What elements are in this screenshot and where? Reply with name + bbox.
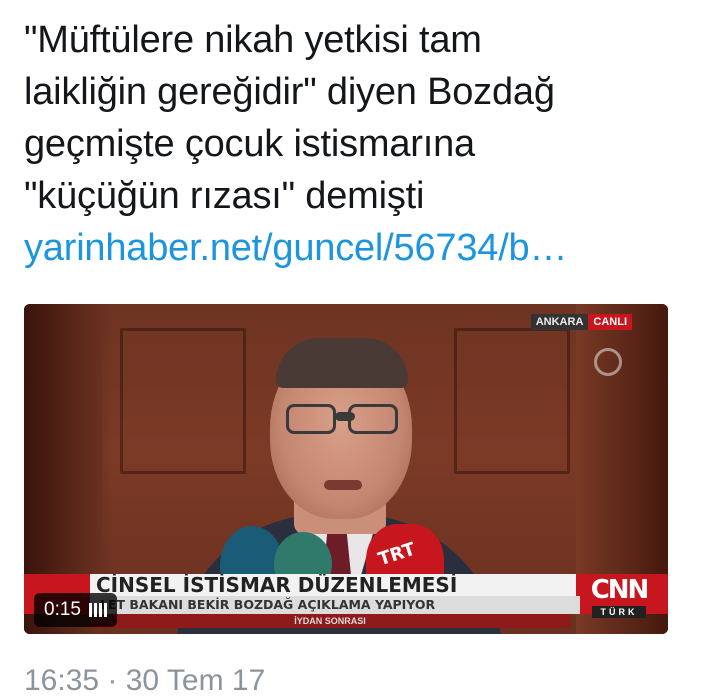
cnn-logo-sub: TÜRK [592, 606, 646, 618]
tweet-text-line-4: "küçüğün rızası" demişti [24, 175, 425, 217]
tweet-text-line-3: geçmişte çocuk istismarına [24, 123, 475, 165]
speaker-mouth [324, 480, 362, 490]
tweet-text-line-1: "Müftülere nikah yetkisi tam [24, 19, 482, 61]
tweet-link[interactable]: yarinhaber.net/guncel/56734/b… [24, 222, 704, 274]
wall-panel [120, 328, 246, 474]
live-badge-place: ANKARA [530, 314, 589, 330]
tweet-timestamp: 16:35 · 30 Tem 17 [24, 664, 266, 697]
channel-bug-icon [594, 348, 622, 376]
video-player[interactable]: TRT ANKARA CANLI CİNSEL İSTİSMAR DÜZENLE… [24, 304, 668, 634]
speaker-glasses [286, 404, 398, 434]
ticker-headline: CİNSEL İSTİSMAR DÜZENLEMESİ [90, 574, 576, 596]
live-badge-live: CANLI [588, 314, 632, 330]
tweet-text: "Müftülere nikah yetkisi tam laikliğin g… [24, 14, 704, 274]
speaker-hair [276, 338, 408, 388]
video-duration-badge: 0:15 [34, 593, 117, 627]
equalizer-icon [88, 603, 107, 617]
cnn-logo-name: CNN [590, 575, 650, 605]
cnn-turk-logo: CNN TÜRK [584, 576, 654, 622]
video-duration: 0:15 [44, 599, 81, 620]
tweet-text-line-2: laikliğin gereğidir" diyen Bozdağ [24, 71, 555, 113]
ticker-strip: İYDAN SONRASI [90, 614, 570, 628]
live-badge: ANKARA CANLI [530, 314, 632, 330]
ticker-subline: LET BAKANI BEKİR BOZDAĞ AÇIKLAMA YAPIYOR [90, 596, 580, 614]
wall-panel [454, 328, 570, 474]
